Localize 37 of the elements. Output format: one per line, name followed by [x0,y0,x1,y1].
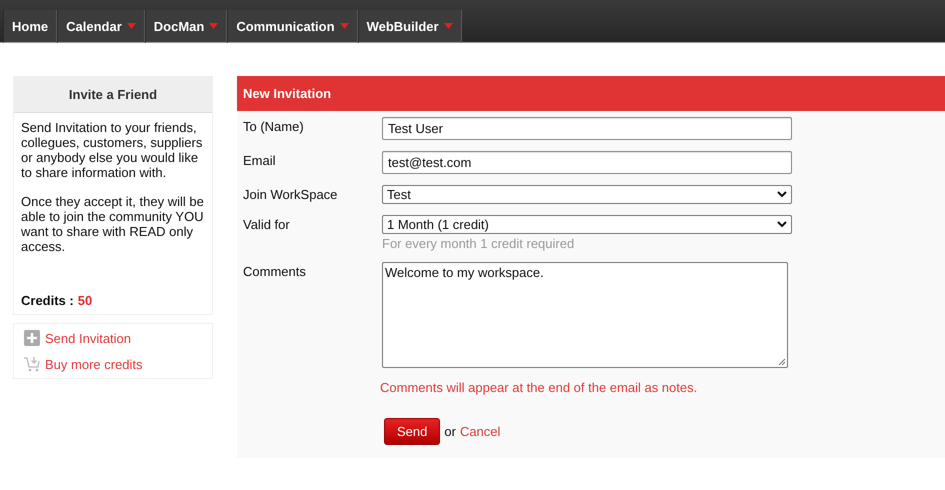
caret-icon [444,23,453,29]
sidebar-link[interactable]: Send Invitation [45,330,132,346]
field-label: Join WorkSpace [243,186,338,204]
info-text: Send Invitation to your friends, collegues, customers, suppliers or anybody else you would like to share information with. [21,120,204,180]
field-label: To (Name) [243,118,305,136]
cart-icon [24,356,40,372]
field-label: Valid for [243,216,291,234]
nav-tab[interactable]: Home [3,10,58,43]
credits-value: 50 [78,293,92,308]
panel-header: New Invitation [237,76,945,111]
text-field[interactable]: test@test.com [382,151,792,174]
send-button[interactable]: Send [384,418,440,445]
caret-icon [209,23,218,29]
or-text: or [444,424,456,439]
nav-tab[interactable]: DocMan [144,10,228,43]
sidebar-link[interactable]: Buy more credits [45,356,143,372]
chevron-icon [777,191,787,198]
nav-tab[interactable]: Communication [227,10,358,43]
nav-tab[interactable]: WebBuilder [358,10,462,43]
field-label: Comments [243,263,307,281]
sidebar-title: Invite a Friend [14,77,212,113]
dropdown[interactable]: Test [382,185,792,204]
dropdown[interactable]: 1 Month (1 credit) [382,215,792,234]
plus-icon [24,330,40,346]
caret-icon [340,23,349,29]
cancel-link[interactable]: Cancel [460,424,500,439]
field-label: Email [243,152,277,170]
chevron-icon [777,221,787,228]
credits-label: Credits : [21,293,74,308]
info-text: Once they accept it, they will be able to join the community YOU want to share with READ only access. [21,194,205,254]
text-field[interactable]: Test User [382,117,792,140]
caret-icon [126,23,136,29]
note-text: Comments will appear at the end of the email as notes. [380,380,698,395]
resize-grip-icon[interactable] [778,358,786,366]
hint-text: For every month 1 credit required [382,236,576,251]
comments-field[interactable]: Welcome to my workspace. [382,262,788,368]
nav-tab[interactable]: Calendar [57,10,145,43]
